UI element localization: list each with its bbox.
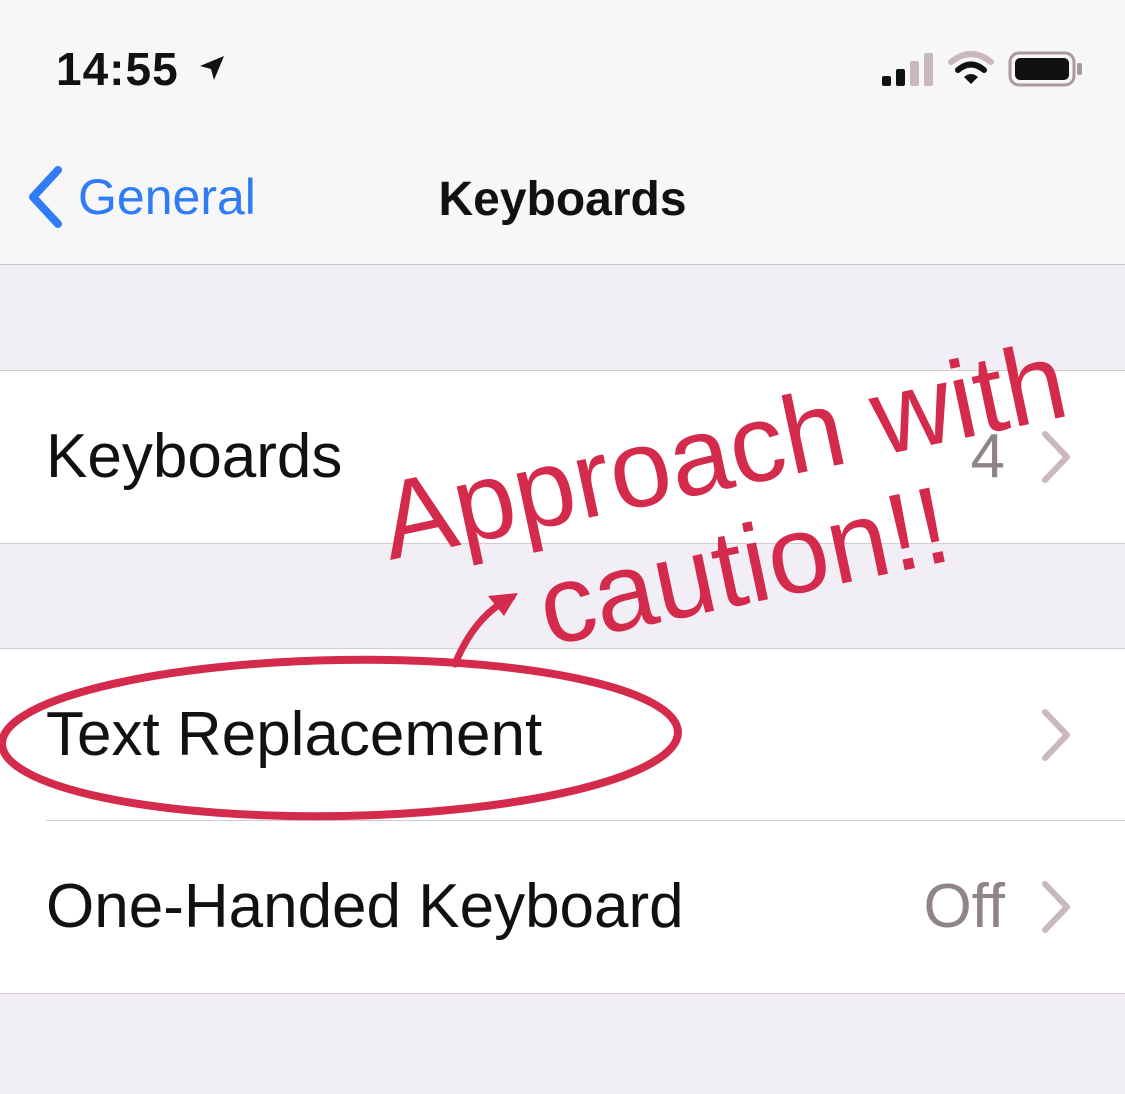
keyboards-row[interactable]: Keyboards 4 xyxy=(0,371,1125,543)
status-time: 14:55 xyxy=(56,43,179,95)
one-handed-keyboard-row[interactable]: One-Handed Keyboard Off xyxy=(0,821,1125,993)
keyboard-options-group: Text Replacement One-Handed Keyboard Off xyxy=(0,648,1125,994)
battery-icon xyxy=(1008,51,1082,87)
text-replacement-label: Text Replacement xyxy=(46,700,543,769)
chevron-right-icon xyxy=(1042,881,1070,933)
location-arrow-icon xyxy=(200,56,224,80)
cellular-signal-icon xyxy=(882,53,933,86)
keyboards-group: Keyboards 4 xyxy=(0,370,1125,544)
one-handed-keyboard-label: One-Handed Keyboard xyxy=(46,872,684,941)
status-bar: 14:55 xyxy=(0,0,1125,140)
navigation-bar: General Keyboards xyxy=(0,140,1125,265)
text-replacement-row[interactable]: Text Replacement xyxy=(0,649,1125,821)
wifi-icon xyxy=(948,51,994,84)
chevron-right-icon xyxy=(1042,431,1070,483)
one-handed-keyboard-value: Off xyxy=(923,872,1005,941)
keyboards-count: 4 xyxy=(970,422,1005,491)
arrow-head-icon xyxy=(488,593,518,616)
page-title: Keyboards xyxy=(438,173,687,226)
chevron-right-icon xyxy=(1042,709,1070,761)
keyboards-row-label: Keyboards xyxy=(46,422,343,491)
